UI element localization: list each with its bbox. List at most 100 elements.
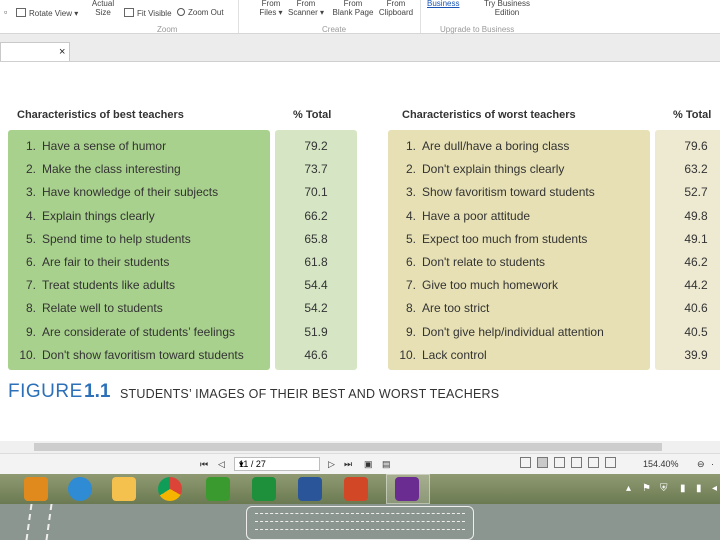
last-page-icon[interactable]: ⏭ (344, 458, 352, 470)
keyboard-row (255, 521, 465, 527)
fit-visible-label: Fit Visible (137, 9, 172, 18)
zoom-out-button[interactable]: Zoom Out (177, 8, 224, 17)
continuous-view-icon[interactable] (537, 457, 548, 468)
fit-width-view-icon[interactable] (588, 457, 599, 468)
extract-icon[interactable]: ▤ (382, 458, 391, 470)
from-files-button[interactable]: From Files ▾ (256, 0, 286, 17)
scrollbar-thumb[interactable] (34, 443, 662, 451)
worst-list-item: 6. Don't relate to students (394, 255, 545, 269)
facing-view-icon[interactable] (554, 457, 565, 468)
single-page-view-icon[interactable] (520, 457, 531, 468)
list-item-text: Have a sense of humor (42, 139, 167, 153)
try-business-button[interactable]: Try Business Edition (482, 0, 532, 17)
next-page-icon[interactable]: ▷ (328, 458, 335, 470)
show-hidden-icons-icon[interactable]: ▴ (626, 483, 631, 494)
actual-size-label-1: Actual (91, 0, 115, 8)
app-orange-icon[interactable] (24, 477, 48, 501)
qb-icon[interactable] (68, 477, 92, 501)
document-tab[interactable]: × (0, 42, 70, 61)
best-total-header: % Total (293, 109, 332, 121)
copy-icon[interactable]: ▣ (364, 458, 373, 470)
figure-label: FIGURE (8, 381, 83, 402)
from-scanner-label-2: Scanner ▾ (288, 8, 325, 17)
list-item-text: Explain things clearly (42, 208, 155, 223)
worst-list-item: 9. Don't give help/individual attention (394, 325, 604, 339)
list-item-number: 8. (25, 301, 36, 316)
chrome-icon[interactable] (158, 477, 182, 501)
worst-list-item: 4. Have a poor attitude (394, 209, 530, 223)
worst-list-item: 8. Are too strict (394, 301, 489, 315)
best-list-item: 9. Are considerate of students’ feelings (14, 325, 235, 339)
list-item-text: Lack control (422, 347, 487, 362)
worst-total-value: 63.2 (684, 162, 708, 177)
zoom-out-circle-icon[interactable]: ⊖ (697, 458, 705, 470)
pdf-icon[interactable] (395, 477, 419, 501)
list-item-number: 1. (405, 139, 416, 153)
actual-size-button[interactable]: Actual Size (90, 0, 116, 17)
first-page-icon[interactable]: ⏮ (200, 458, 208, 470)
battery-icon[interactable]: ▮ (680, 483, 686, 494)
list-item-number: 9. (405, 324, 416, 339)
taskbar: ▴ ⚑ ⛨ ▮ ▮ ◂ (0, 474, 720, 504)
cloud-app-icon[interactable] (206, 477, 230, 501)
magnifier-icon (177, 8, 185, 16)
list-item-text: Relate well to students (42, 301, 163, 316)
worst-list-item: 2. Don't explain things clearly (394, 162, 564, 176)
worst-total-header: % Total (673, 109, 712, 121)
best-total-value: 73.7 (304, 162, 328, 177)
worst-total-value: 49.1 (684, 231, 708, 246)
list-item-number: 8. (405, 301, 416, 316)
chevron-down-icon[interactable]: ▾ (239, 459, 316, 470)
best-list-item: 7. Treat students like adults (14, 278, 175, 292)
shield-icon[interactable]: ⛨ (660, 483, 668, 494)
previous-page-icon[interactable]: ◁ (218, 458, 225, 470)
best-list-item: 4. Explain things clearly (14, 209, 155, 223)
page-number-input[interactable]: 11 / 27 ▾ (234, 457, 320, 471)
network-icon[interactable]: ▮ (696, 483, 702, 494)
best-total-value: 79.2 (304, 139, 328, 153)
try-business-label-1: Try Business (484, 0, 530, 8)
best-total-value: 46.6 (304, 347, 328, 362)
from-blank-label-2: Blank Page (332, 8, 374, 17)
list-item-text: Are fair to their students (42, 255, 170, 269)
list-item-text: Treat students like adults (42, 278, 175, 293)
horizontal-scrollbar[interactable] (0, 441, 720, 453)
list-item-number: 7. (405, 278, 416, 293)
best-list-item: 5. Spend time to help students (14, 232, 191, 246)
best-total-value: 54.2 (304, 301, 328, 316)
from-clipboard-button[interactable]: From Clipboard (378, 0, 414, 17)
list-item-number: 3. (405, 185, 416, 200)
best-total-value: 54.4 (304, 278, 328, 293)
from-scanner-label-1: From (296, 0, 316, 8)
from-scanner-button[interactable]: From Scanner ▾ (288, 0, 324, 17)
from-files-text: Files (259, 8, 277, 17)
rotate-left-icon[interactable]: ▫ (4, 8, 7, 17)
business-link[interactable]: Business (427, 0, 459, 8)
best-list-item: 2. Make the class interesting (14, 162, 181, 176)
powerpoint-icon[interactable] (344, 477, 368, 501)
word-icon[interactable] (298, 477, 322, 501)
zoom-level[interactable]: 154.40% (643, 458, 679, 470)
try-business-label-2: Edition (494, 8, 520, 17)
facing-continuous-view-icon[interactable] (571, 457, 582, 468)
worst-total-value: 49.8 (684, 208, 708, 223)
list-item-text: Don't explain things clearly (422, 162, 565, 177)
keyboard-row (255, 513, 465, 519)
store-icon[interactable] (252, 477, 276, 501)
list-item-number: 4. (405, 208, 416, 223)
zoom-slider-icon[interactable]: · (711, 458, 714, 470)
fit-visible-button[interactable]: Fit Visible (124, 8, 172, 18)
worst-list-item: 7. Give too much homework (394, 278, 558, 292)
fit-page-view-icon[interactable] (605, 457, 616, 468)
close-tab-icon[interactable]: × (59, 47, 65, 58)
worst-list-item: 10. Lack control (394, 347, 487, 362)
volume-icon[interactable]: ◂ (712, 483, 717, 494)
figure-caption: STUDENTS’ IMAGES OF THEIR BEST AND WORST… (120, 387, 500, 401)
from-files-label-2: Files ▾ (259, 8, 283, 17)
worst-total-value: 40.5 (684, 324, 708, 339)
flag-icon[interactable]: ⚑ (642, 483, 651, 494)
search-app-icon[interactable] (112, 477, 136, 501)
rotate-view-button[interactable]: Rotate View ▾ (16, 8, 78, 18)
from-blank-page-button[interactable]: From Blank Page (331, 0, 375, 17)
worst-total-value: 52.7 (684, 185, 708, 200)
